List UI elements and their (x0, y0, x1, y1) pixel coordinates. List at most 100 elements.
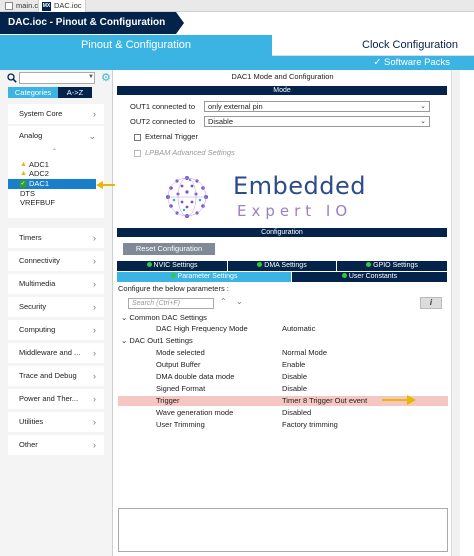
search-icon[interactable] (7, 73, 19, 85)
tab-parameter-settings[interactable]: Parameter Settings (117, 272, 291, 282)
param-value: Timer 8 Trigger Out event (282, 396, 368, 405)
chevron-right-icon: › (93, 279, 96, 289)
category-other[interactable]: Other › (8, 435, 104, 455)
parameter-description-box (118, 508, 448, 552)
tab-nvic-settings[interactable]: NVIC Settings (117, 261, 227, 271)
out2-label: OUT2 connected to (130, 117, 196, 126)
status-dot-icon (170, 273, 176, 278)
reset-configuration-button[interactable]: Reset Configuration (123, 243, 215, 255)
search-up-icon[interactable]: ⌃ (220, 297, 227, 306)
tab-dma-settings[interactable]: DMA Settings (228, 261, 336, 271)
category-security[interactable]: Security › (8, 297, 104, 317)
param-row[interactable]: DAC High Frequency Mode Automatic (118, 324, 448, 334)
warning-icon: ▲ (20, 170, 27, 177)
category-label: Security (19, 302, 47, 311)
param-key: DMA double data mode (156, 372, 235, 381)
list-item-label: DAC1 (29, 179, 50, 188)
category-label: Connectivity (19, 256, 60, 265)
category-label: Analog (19, 131, 43, 140)
category-utilities[interactable]: Utilities › (8, 412, 104, 432)
editor-tab-dac-ioc[interactable]: MX DAC.ioc (38, 0, 86, 12)
tab-user-constants[interactable]: User Constants (292, 272, 447, 282)
group-dac-out1-settings[interactable]: ⌄ DAC Out1 Settings (121, 336, 193, 346)
chevron-right-icon: › (93, 440, 96, 450)
tab-label: User Constants (348, 273, 398, 280)
category-analog[interactable]: Analog ⌄ (8, 126, 104, 146)
list-item-dac1-selected[interactable]: ✓ DAC1 (8, 179, 96, 189)
chevron-down-icon: ⌄ (121, 313, 128, 322)
list-item-dts[interactable]: DTS (20, 189, 35, 198)
param-row[interactable]: User Trimming Factory trimming (118, 420, 448, 430)
category-computing[interactable]: Computing › (8, 320, 104, 340)
category-label: Computing (19, 325, 56, 334)
list-item-adc2[interactable]: ▲ ADC2 (20, 169, 49, 178)
out1-label: OUT1 connected to (130, 102, 196, 111)
category-power-thermal[interactable]: Power and Ther... › (8, 389, 104, 409)
tab-pinout-configuration[interactable]: Pinout & Configuration (0, 35, 272, 56)
category-label: Other (19, 440, 38, 449)
category-multimedia[interactable]: Multimedia › (8, 274, 104, 294)
breadcrumb-arrow-shape (176, 12, 184, 34)
out2-select[interactable]: Disable ⌄ (204, 116, 430, 127)
sort-caret-icon: ⌃ (52, 149, 58, 155)
chevron-right-icon: › (93, 325, 96, 335)
software-packs-menu[interactable]: ✓ Software Packs (373, 56, 450, 70)
vertical-scrollbar[interactable] (451, 70, 460, 556)
category-timers[interactable]: Timers › (8, 228, 104, 248)
param-value: Normal Mode (282, 348, 328, 357)
status-dot-icon (366, 262, 372, 267)
tab-categories[interactable]: Categories (8, 87, 58, 98)
category-search-input[interactable] (19, 72, 95, 84)
tab-label: NVIC Settings (153, 262, 198, 269)
category-label: System Core (19, 109, 63, 118)
tab-a-z[interactable]: A->Z (58, 87, 92, 98)
param-row[interactable]: Mode selected Normal Mode (118, 348, 448, 358)
group-label: DAC Out1 Settings (129, 336, 193, 345)
external-trigger-checkbox[interactable]: External Trigger (134, 132, 198, 141)
list-item-vrefbuf[interactable]: VREFBUF (20, 198, 55, 207)
panel-title: DAC1 Mode and Configuration (231, 72, 334, 81)
chevron-right-icon: › (93, 233, 96, 243)
tab-clock-configuration[interactable]: Clock Configuration (272, 35, 474, 56)
chevron-right-icon: › (93, 417, 96, 427)
list-item-label: VREFBUF (20, 198, 56, 207)
chevron-right-icon: › (93, 371, 96, 381)
param-key: DAC High Frequency Mode (156, 324, 248, 333)
out1-select[interactable]: only external pin ⌄ (204, 101, 430, 112)
list-item-adc1[interactable]: ▲ ADC1 (20, 160, 49, 169)
group-label: Common DAC Settings (129, 313, 207, 322)
category-label: Multimedia (19, 279, 56, 288)
warning-icon: ▲ (20, 161, 27, 168)
editor-tab-label: main.c (16, 1, 39, 10)
editor-tab-main-c[interactable]: main.c (2, 0, 41, 12)
checkbox-box (134, 133, 141, 141)
tab-gpio-settings[interactable]: GPIO Settings (337, 261, 447, 271)
annotation-arrow-right (382, 395, 416, 405)
param-row[interactable]: Wave generation mode Disabled (118, 408, 448, 418)
param-row[interactable]: DMA double data mode Disable (118, 372, 448, 382)
chevron-right-icon: › (93, 109, 96, 119)
list-item-label: ADC2 (28, 169, 49, 178)
group-common-dac-settings[interactable]: ⌄ Common DAC Settings (121, 313, 207, 323)
param-key: Mode selected (156, 348, 205, 357)
category-middleware[interactable]: Middleware and ... › (8, 343, 104, 363)
gear-icon[interactable]: ⚙ (101, 71, 111, 84)
chevron-down-icon[interactable]: ▼ (88, 74, 94, 80)
parameter-search-input[interactable]: Search (Ctrl+F) (128, 298, 214, 309)
param-key: Wave generation mode (156, 408, 234, 417)
search-down-icon[interactable]: ⌄ (236, 297, 243, 306)
param-value: Disable (282, 372, 308, 381)
param-row[interactable]: Output Buffer Enable (118, 360, 448, 370)
tab-label: Parameter Settings (177, 273, 238, 280)
chevron-down-icon: ⌄ (420, 103, 426, 110)
category-trace-debug[interactable]: Trace and Debug › (8, 366, 104, 386)
category-connectivity[interactable]: Connectivity › (8, 251, 104, 271)
param-row[interactable]: Signed Format Disable (118, 384, 448, 394)
chevron-right-icon: › (93, 348, 96, 358)
configure-parameters-label: Configure the below parameters : (118, 284, 229, 293)
chevron-right-icon: › (93, 256, 96, 266)
info-icon[interactable]: i (420, 297, 442, 309)
breadcrumb: DAC.ioc - Pinout & Configuration (0, 12, 176, 34)
category-system-core[interactable]: System Core › (8, 104, 104, 124)
category-label: Utilities (19, 417, 44, 426)
